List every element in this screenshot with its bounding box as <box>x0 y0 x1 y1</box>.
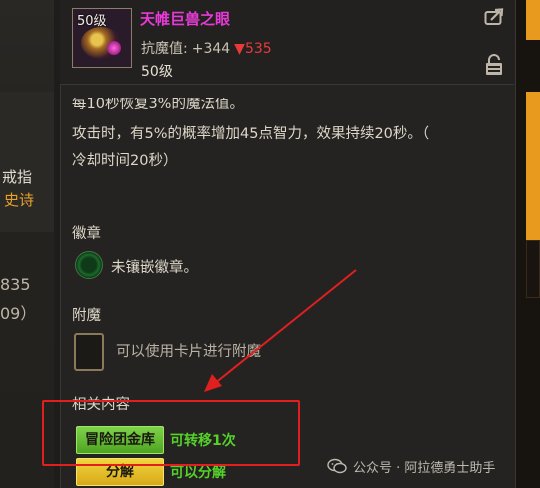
gem-icon <box>107 41 121 55</box>
emblem-section-title: 徽章 <box>72 226 101 242</box>
item-stat-row: 抗魔值: +344 ▼535 <box>141 38 272 58</box>
description-line: 冷却时间20秒） <box>72 153 178 169</box>
item-level-badge: 50级 <box>77 14 107 29</box>
background-rarity-label: 史诗 <box>4 191 35 209</box>
lock-icon[interactable] <box>485 54 503 76</box>
required-level: 50级 <box>141 64 173 80</box>
right-edge-tab <box>526 92 540 240</box>
background-ring-label: 戒指 <box>2 168 33 186</box>
highlight-box <box>42 400 300 466</box>
background-number: 835 <box>0 275 31 294</box>
background-number: 09） <box>0 304 37 323</box>
right-edge-tab <box>526 240 540 298</box>
share-icon[interactable] <box>484 8 504 26</box>
enchant-section-title: 附魔 <box>72 308 101 324</box>
description-line: 攻击时，有5%的概率增加45点智力，效果持续20秒。（ <box>72 126 430 142</box>
right-edge-tab <box>526 0 540 40</box>
enchant-card-slot-icon[interactable] <box>74 333 104 371</box>
stat-value: +344 <box>191 41 231 57</box>
watermark-text: 公众号 · 阿拉德勇士助手 <box>353 461 496 476</box>
wechat-icon <box>327 458 347 474</box>
item-icon[interactable]: 50级 <box>72 8 132 68</box>
item-name: 天帷巨兽之眼 <box>140 10 231 28</box>
stat-label: 抗魔值: <box>141 41 188 57</box>
emblem-slot-text: 未镶嵌徽章。 <box>111 260 198 276</box>
stat-compare-down: ▼535 <box>234 41 272 57</box>
enchant-slot-text: 可以使用卡片进行附魔 <box>116 344 261 360</box>
emblem-slot-icon[interactable] <box>75 251 103 279</box>
